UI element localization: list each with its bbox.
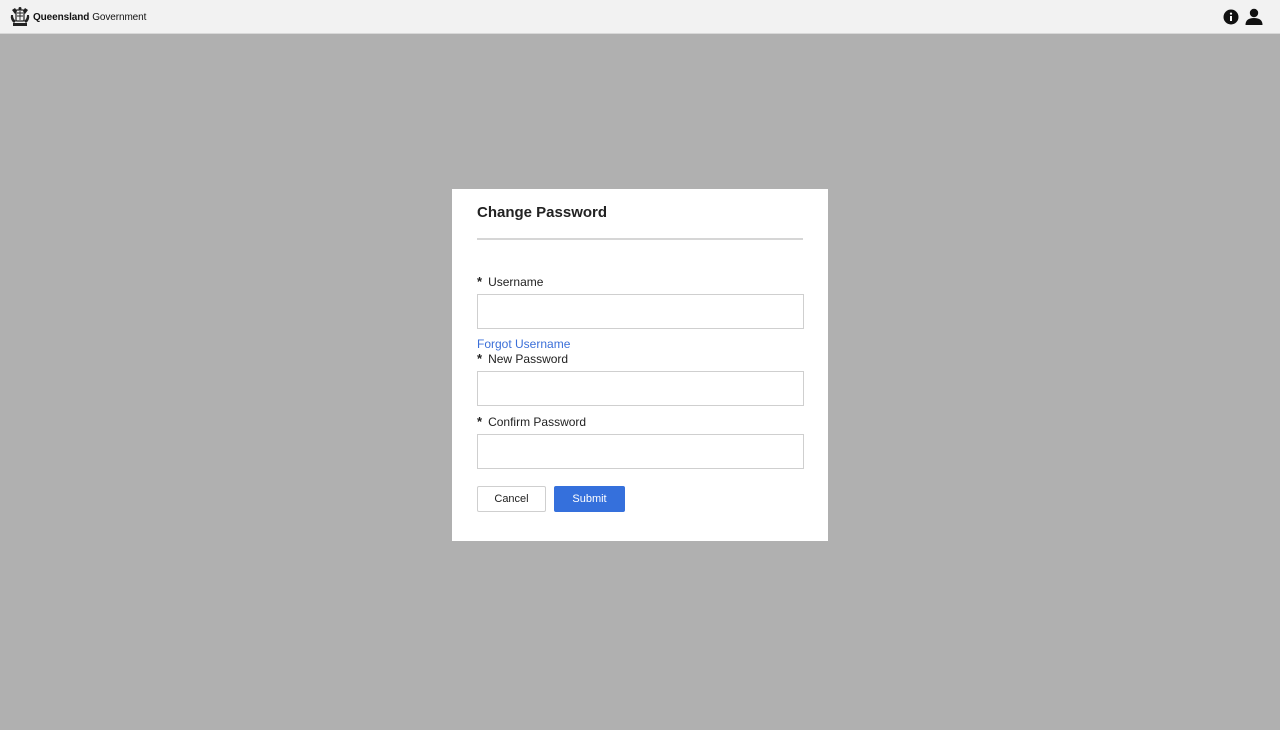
username-label-text: Username — [488, 275, 544, 289]
title-divider — [477, 238, 803, 240]
forgot-username-link[interactable]: Forgot Username — [477, 337, 570, 351]
cancel-button[interactable]: Cancel — [477, 486, 546, 512]
brand-logo[interactable]: Queensland Government — [9, 6, 146, 28]
required-marker: * — [477, 414, 483, 429]
new-password-input[interactable] — [477, 371, 804, 406]
username-label: * Username — [477, 275, 543, 289]
brand-name-regular: Government — [92, 11, 147, 23]
coat-of-arms-icon — [10, 7, 30, 26]
new-password-label: * New Password — [477, 352, 568, 366]
username-input[interactable] — [477, 294, 804, 329]
required-marker: * — [477, 274, 483, 289]
top-header: Queensland Government — [0, 0, 1280, 34]
user-icon[interactable] — [1245, 8, 1263, 25]
brand-name-bold: Queensland — [33, 11, 90, 23]
info-icon[interactable] — [1223, 9, 1239, 25]
change-password-dialog: Change Password * Username Forgot Userna… — [452, 189, 828, 541]
confirm-password-input[interactable] — [477, 434, 804, 469]
confirm-password-label: * Confirm Password — [477, 415, 586, 429]
new-password-label-text: New Password — [488, 352, 569, 366]
dialog-title: Change Password — [477, 204, 608, 221]
required-marker: * — [477, 351, 483, 366]
confirm-password-label-text: Confirm Password — [488, 415, 587, 429]
submit-button[interactable]: Submit — [554, 486, 625, 512]
